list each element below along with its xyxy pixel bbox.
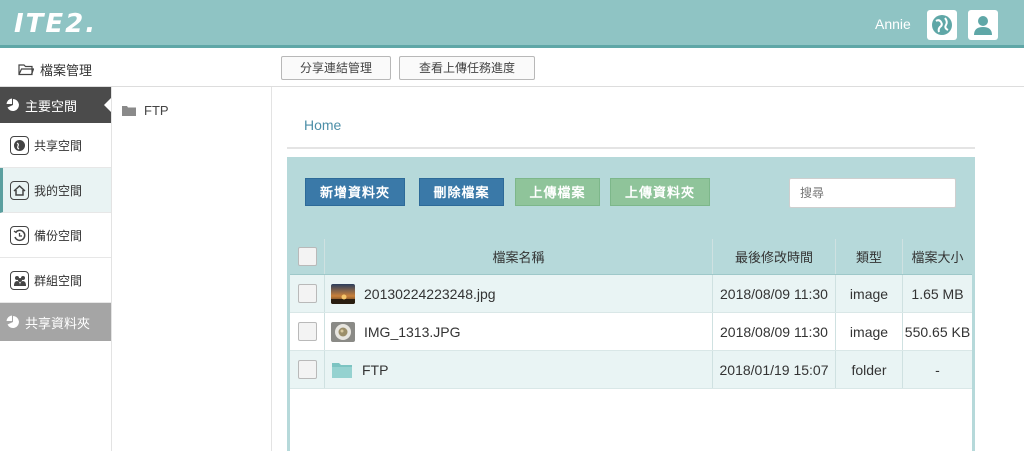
tree-item-ftp[interactable]: FTP — [122, 103, 169, 118]
file-table: 檔案名稱 最後修改時間 類型 檔案大小 20130224223248.jpg 2… — [290, 239, 972, 389]
globe-icon — [932, 15, 952, 35]
column-header-name[interactable]: 檔案名稱 — [325, 239, 713, 274]
table-row[interactable]: 20130224223248.jpg 2018/08/09 11:30 imag… — [290, 275, 972, 313]
group-icon — [10, 270, 29, 290]
delete-file-button[interactable]: 刪除檔案 — [419, 178, 504, 206]
file-panel: 新增資料夾 刪除檔案 上傳檔案 上傳資料夾 檔案名稱 最後修改時間 類型 檔案大… — [287, 157, 975, 451]
table-row[interactable]: FTP 2018/01/19 15:07 folder - — [290, 351, 972, 389]
row-checkbox[interactable] — [297, 284, 317, 303]
home-icon — [10, 180, 29, 200]
dish-thumb — [331, 321, 355, 342]
user-name[interactable]: Annie — [875, 16, 911, 32]
file-size: 1.65 MB — [911, 285, 964, 302]
table-row[interactable]: IMG_1313.JPG 2018/08/09 11:30 image 550.… — [290, 313, 972, 351]
home-breadcrumb-link[interactable]: Home — [304, 117, 341, 133]
nav-item-label: 共享空間 — [34, 138, 83, 153]
empty-list-area — [290, 389, 972, 451]
file-modified: 2018/08/09 11:30 — [713, 275, 836, 312]
file-type: folder — [836, 351, 903, 388]
file-name[interactable]: FTP — [362, 362, 388, 378]
nav-item-label: 群組空間 — [34, 273, 83, 288]
divider — [287, 147, 975, 149]
file-size: 550.65 KB — [904, 323, 971, 340]
upload-file-button[interactable]: 上傳檔案 — [515, 178, 600, 206]
row-checkbox[interactable] — [297, 360, 317, 379]
upload-progress-button[interactable]: 查看上傳任務進度 — [399, 56, 535, 80]
select-all-checkbox[interactable] — [297, 247, 317, 266]
nav-main-space-label: 主要空間 — [25, 98, 78, 114]
column-header-modified[interactable]: 最後修改時間 — [713, 239, 836, 274]
column-header-type[interactable]: 類型 — [836, 239, 903, 274]
table-header: 檔案名稱 最後修改時間 類型 檔案大小 — [290, 239, 972, 275]
folder-icon — [122, 106, 136, 116]
language-button[interactable] — [927, 10, 957, 40]
file-name[interactable]: 20130224223248.jpg — [364, 286, 496, 302]
nav-item-shared-space[interactable]: 共享空間 — [0, 123, 111, 168]
nav-shared-folder[interactable]: 共享資料夾 — [0, 303, 111, 341]
file-modified: 2018/01/19 15:07 — [713, 351, 836, 388]
folder-open-icon — [18, 64, 34, 76]
search-input[interactable] — [789, 178, 956, 208]
file-modified: 2018/08/09 11:30 — [713, 313, 836, 350]
file-size: - — [935, 361, 940, 378]
column-header-size[interactable]: 檔案大小 — [903, 239, 972, 274]
folder-tree: FTP — [112, 87, 272, 451]
new-folder-button[interactable]: 新增資料夾 — [305, 178, 405, 206]
sub-toolbar: 檔案管理 分享連結管理 查看上傳任務進度 — [0, 48, 1024, 87]
pie-icon — [6, 98, 19, 111]
upload-folder-button[interactable]: 上傳資料夾 — [610, 178, 710, 206]
left-nav: 主要空間 共享空間 我的空間 備份空間 群組空間 共享資料夾 — [0, 87, 112, 451]
tree-item-label: FTP — [144, 103, 169, 118]
file-type: image — [836, 275, 903, 312]
share-link-manage-button[interactable]: 分享連結管理 — [281, 56, 391, 80]
nav-item-my-space[interactable]: 我的空間 — [0, 168, 111, 213]
nav-item-label: 我的空間 — [34, 183, 83, 198]
folder-icon — [332, 362, 352, 378]
file-name[interactable]: IMG_1313.JPG — [364, 324, 461, 340]
nav-shared-folder-label: 共享資料夾 — [25, 315, 91, 331]
breadcrumb-label: 檔案管理 — [40, 63, 93, 78]
nav-item-backup-space[interactable]: 備份空間 — [0, 213, 111, 258]
file-type: image — [836, 313, 903, 350]
sunset-thumb — [331, 283, 355, 304]
app-logo[interactable]: ITE2. — [14, 9, 97, 39]
nav-item-group-space[interactable]: 群組空間 — [0, 258, 111, 303]
globe-icon — [10, 135, 29, 155]
active-notch — [104, 98, 111, 112]
nav-item-label: 備份空間 — [34, 228, 83, 243]
user-icon — [974, 16, 992, 35]
profile-button[interactable] — [968, 10, 998, 40]
top-bar: ITE2. Annie — [0, 0, 1024, 48]
backup-icon — [10, 225, 29, 245]
pie-icon — [6, 315, 19, 328]
breadcrumb[interactable]: 檔案管理 — [18, 60, 92, 79]
row-checkbox[interactable] — [297, 322, 317, 341]
nav-main-space[interactable]: 主要空間 — [0, 87, 111, 123]
